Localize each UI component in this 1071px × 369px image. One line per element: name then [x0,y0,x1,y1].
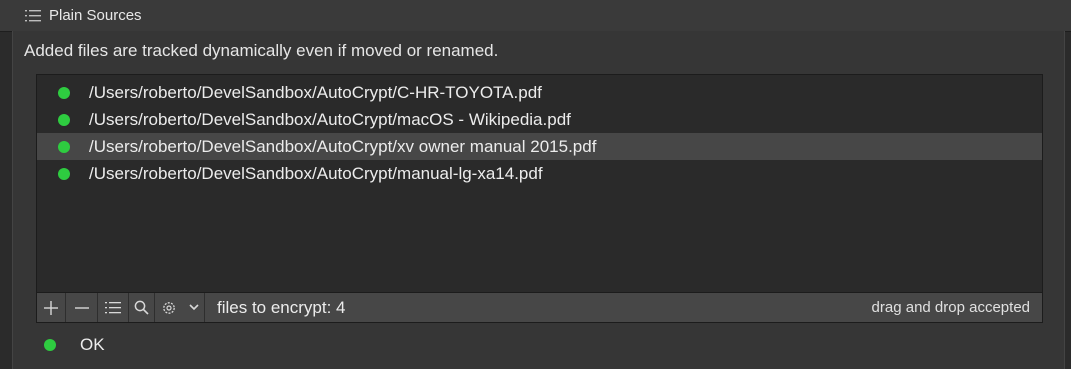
gear-icon [163,301,175,314]
section-header: Plain Sources [0,0,1071,32]
file-row[interactable]: /Users/roberto/DevelSandbox/AutoCrypt/ma… [37,106,1042,133]
list-options-button[interactable] [98,293,129,322]
list-toolbar: files to encrypt: 4 drag and drop accept… [36,292,1043,323]
files-count-label: files to encrypt: 4 [217,297,346,317]
list-icon [105,302,121,314]
file-row[interactable]: /Users/roberto/DevelSandbox/AutoCrypt/C-… [37,79,1042,106]
minus-icon [74,306,89,309]
file-path: /Users/roberto/DevelSandbox/AutoCrypt/ma… [89,109,571,129]
status-dot [58,113,70,126]
drag-drop-label: drag and drop accepted [871,299,1030,316]
file-list[interactable]: /Users/roberto/DevelSandbox/AutoCrypt/C-… [36,74,1043,294]
file-row[interactable]: /Users/roberto/DevelSandbox/AutoCrypt/ma… [37,160,1042,187]
description-text: Added files are tracked dynamically even… [24,41,499,60]
settings-button[interactable] [155,293,183,322]
remove-button[interactable] [66,293,98,322]
search-icon [134,300,149,315]
status-dot [44,339,56,351]
file-path: /Users/roberto/DevelSandbox/AutoCrypt/xv… [89,136,597,156]
plus-icon [44,300,58,315]
status-dot [58,140,70,153]
add-button[interactable] [37,293,66,322]
status-indicator: OK [44,334,105,356]
section-title: Plain Sources [49,7,142,24]
file-path: /Users/roberto/DevelSandbox/AutoCrypt/C-… [89,82,542,102]
status-dot [58,86,70,99]
file-path: /Users/roberto/DevelSandbox/AutoCrypt/ma… [89,163,543,183]
settings-dropdown[interactable] [183,293,205,322]
list-icon [25,9,41,23]
search-button[interactable] [129,293,155,322]
file-row[interactable]: /Users/roberto/DevelSandbox/AutoCrypt/xv… [37,133,1042,160]
status-text: OK [80,335,105,354]
chevron-down-icon [188,304,199,311]
status-dot [58,167,70,180]
